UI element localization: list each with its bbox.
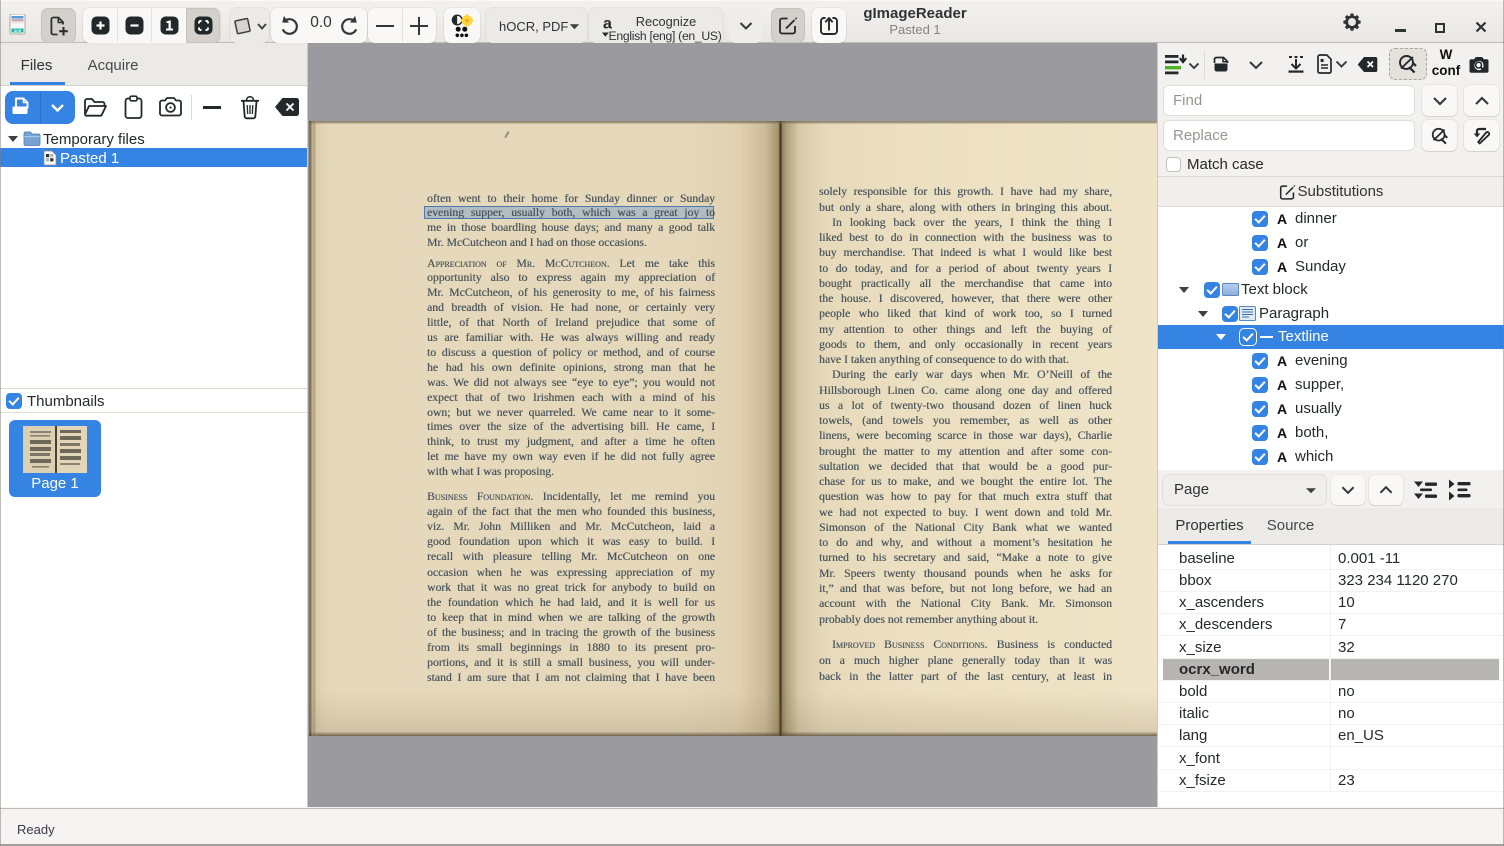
- svg-text:OCR: OCR: [14, 29, 22, 33]
